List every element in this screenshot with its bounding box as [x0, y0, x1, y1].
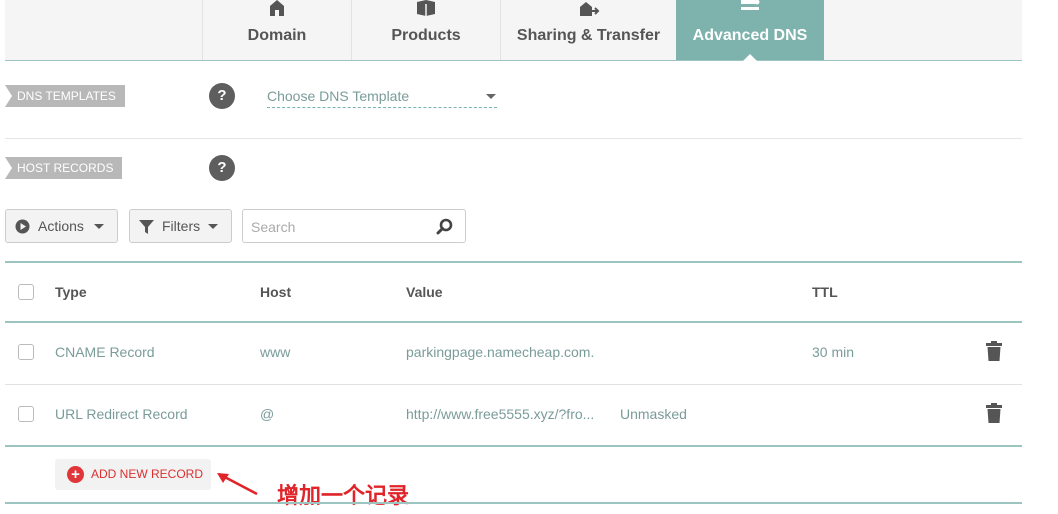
actions-button[interactable]: Actions: [5, 209, 118, 243]
select-all-checkbox[interactable]: [18, 284, 34, 300]
record-value[interactable]: parkingpage.namecheap.com.: [406, 344, 594, 360]
dns-templates-help-icon[interactable]: ?: [209, 83, 235, 109]
dns-template-select-value: Choose DNS Template: [267, 88, 410, 104]
record-type[interactable]: CNAME Record: [55, 344, 155, 360]
record-ttl[interactable]: 30 min: [812, 344, 854, 360]
actions-label: Actions: [38, 218, 84, 234]
record-redirect-type[interactable]: Unmasked: [620, 406, 687, 422]
trash-icon[interactable]: [985, 403, 1003, 423]
table-top-border: [5, 261, 1022, 263]
home-icon: [270, 0, 284, 16]
box-icon: [417, 0, 435, 16]
search-icon[interactable]: [436, 218, 453, 235]
row-divider: [5, 384, 1022, 385]
host-records-help-icon[interactable]: ?: [209, 155, 235, 181]
footer-border: [5, 502, 1022, 504]
column-header-type[interactable]: Type: [55, 284, 87, 300]
search-input[interactable]: [251, 217, 431, 237]
dns-templates-tag: DNS TEMPLATES: [5, 85, 125, 107]
tab-products[interactable]: Products: [351, 0, 500, 60]
dns-template-select[interactable]: Choose DNS Template: [267, 86, 497, 108]
tab-label: Advanced DNS: [692, 27, 808, 44]
trash-icon[interactable]: [985, 341, 1003, 361]
filters-button[interactable]: Filters: [129, 209, 232, 243]
record-host[interactable]: @: [260, 406, 274, 422]
column-header-value[interactable]: Value: [406, 284, 443, 300]
row-checkbox[interactable]: [18, 344, 34, 360]
tab-sharing-transfer[interactable]: Sharing & Transfer: [500, 0, 676, 60]
divider: [5, 138, 1022, 139]
tab-label: Domain: [247, 27, 307, 44]
column-header-ttl[interactable]: TTL: [812, 284, 838, 300]
filter-icon: [139, 220, 154, 234]
table-bottom-border: [5, 445, 1022, 447]
search-box: [242, 209, 466, 243]
tab-domain[interactable]: Domain: [202, 0, 351, 60]
chevron-down-icon: [208, 224, 218, 229]
record-value[interactable]: http://www.free5555.xyz/?fro...: [406, 406, 594, 422]
chevron-down-icon: [486, 94, 496, 99]
record-type[interactable]: URL Redirect Record: [55, 406, 188, 422]
annotation-arrow-icon: [217, 472, 258, 496]
column-header-host[interactable]: Host: [260, 284, 291, 300]
transfer-icon: [579, 2, 599, 16]
add-new-record-label: ADD NEW RECORD: [91, 467, 204, 481]
play-circle-icon: [15, 219, 30, 234]
dns-icon: [741, 0, 760, 10]
tab-label: Products: [391, 27, 461, 44]
plus-icon: +: [67, 466, 84, 483]
filters-label: Filters: [162, 218, 201, 234]
tab-bar: Domain Products Sharing & Transfer Advan…: [5, 0, 1022, 61]
chevron-down-icon: [94, 224, 104, 229]
tab-label: Sharing & Transfer: [516, 27, 661, 44]
host-records-tag: HOST RECORDS: [5, 157, 123, 179]
annotation-text: 增加一个记录: [277, 484, 410, 509]
record-host[interactable]: www: [260, 344, 290, 360]
table-header-border: [5, 321, 1022, 323]
add-new-record-button[interactable]: + ADD NEW RECORD: [55, 459, 211, 490]
row-checkbox[interactable]: [18, 406, 34, 422]
tab-advanced-dns[interactable]: Advanced DNS: [676, 0, 824, 61]
